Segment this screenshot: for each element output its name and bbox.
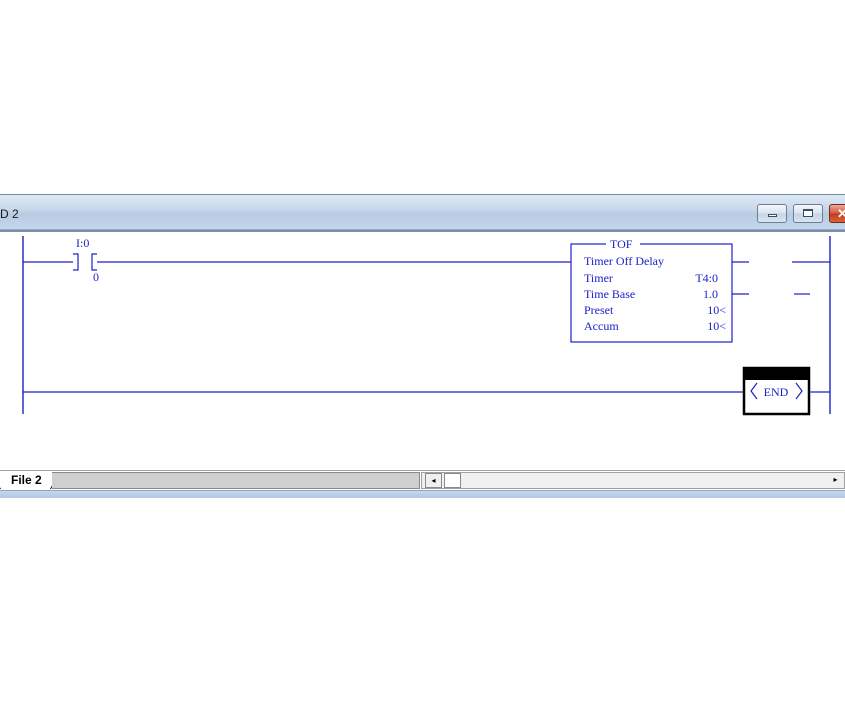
tof-timebase-label: Time Base bbox=[584, 287, 635, 301]
horizontal-scrollbar[interactable]: ◂ ▸ bbox=[421, 472, 845, 489]
close-button[interactable]: ✕ bbox=[829, 204, 845, 223]
tof-preset-value[interactable]: 10< bbox=[707, 303, 726, 317]
scroll-left-button[interactable]: ◂ bbox=[425, 473, 442, 488]
tof-mnemonic: TOF bbox=[610, 237, 633, 251]
tof-timer-label: Timer bbox=[584, 271, 613, 285]
contact-bit: 0 bbox=[93, 270, 99, 284]
tof-preset-label: Preset bbox=[584, 303, 614, 317]
ladder-diagram[interactable]: I:0 0 TOF Timer Off Delay Timer T4:0 Tim… bbox=[0, 230, 845, 470]
rung-0[interactable]: I:0 0 TOF Timer Off Delay Timer T4:0 Tim… bbox=[23, 236, 830, 343]
tof-accum-value[interactable]: 10< bbox=[707, 319, 726, 333]
rung-1-end[interactable]: END bbox=[23, 366, 830, 416]
window-bottom-frame bbox=[0, 490, 845, 498]
scroll-thumb[interactable] bbox=[444, 473, 461, 488]
end-instruction[interactable]: END bbox=[742, 366, 811, 416]
xic-contact[interactable]: I:0 0 bbox=[73, 236, 99, 284]
tof-description: Timer Off Delay bbox=[584, 254, 664, 268]
tab-label: File 2 bbox=[11, 473, 42, 487]
tof-accum-label: Accum bbox=[584, 319, 619, 333]
arrow-right-icon: ▸ bbox=[833, 475, 838, 484]
end-label: END bbox=[764, 385, 789, 399]
tab-file-2[interactable]: File 2 bbox=[0, 471, 62, 490]
ladder-editor-window: D 2 ✕ I:0 0 TOF Timer Off Delay Timer T4… bbox=[0, 194, 845, 498]
contact-address: I:0 bbox=[76, 236, 89, 250]
maximize-button[interactable] bbox=[793, 204, 823, 223]
maximize-icon bbox=[803, 209, 813, 217]
scroll-right-button[interactable]: ▸ bbox=[827, 473, 844, 488]
sheet-tab-bar: File 2 ◂ ▸ bbox=[0, 470, 845, 491]
minimize-button[interactable] bbox=[757, 204, 787, 223]
window-title: D 2 bbox=[0, 207, 19, 221]
ladder-canvas: I:0 0 TOF Timer Off Delay Timer T4:0 Tim… bbox=[22, 236, 831, 416]
tof-timebase-value[interactable]: 1.0 bbox=[703, 287, 718, 301]
tof-instruction-block[interactable]: TOF Timer Off Delay Timer T4:0 Time Base… bbox=[570, 236, 733, 343]
title-bar[interactable]: D 2 ✕ bbox=[0, 194, 845, 230]
minimize-icon bbox=[768, 214, 777, 217]
arrow-left-icon: ◂ bbox=[431, 476, 436, 485]
tof-timer-value[interactable]: T4:0 bbox=[695, 271, 718, 285]
tab-strip-filler bbox=[52, 472, 420, 489]
close-icon: ✕ bbox=[837, 206, 845, 221]
